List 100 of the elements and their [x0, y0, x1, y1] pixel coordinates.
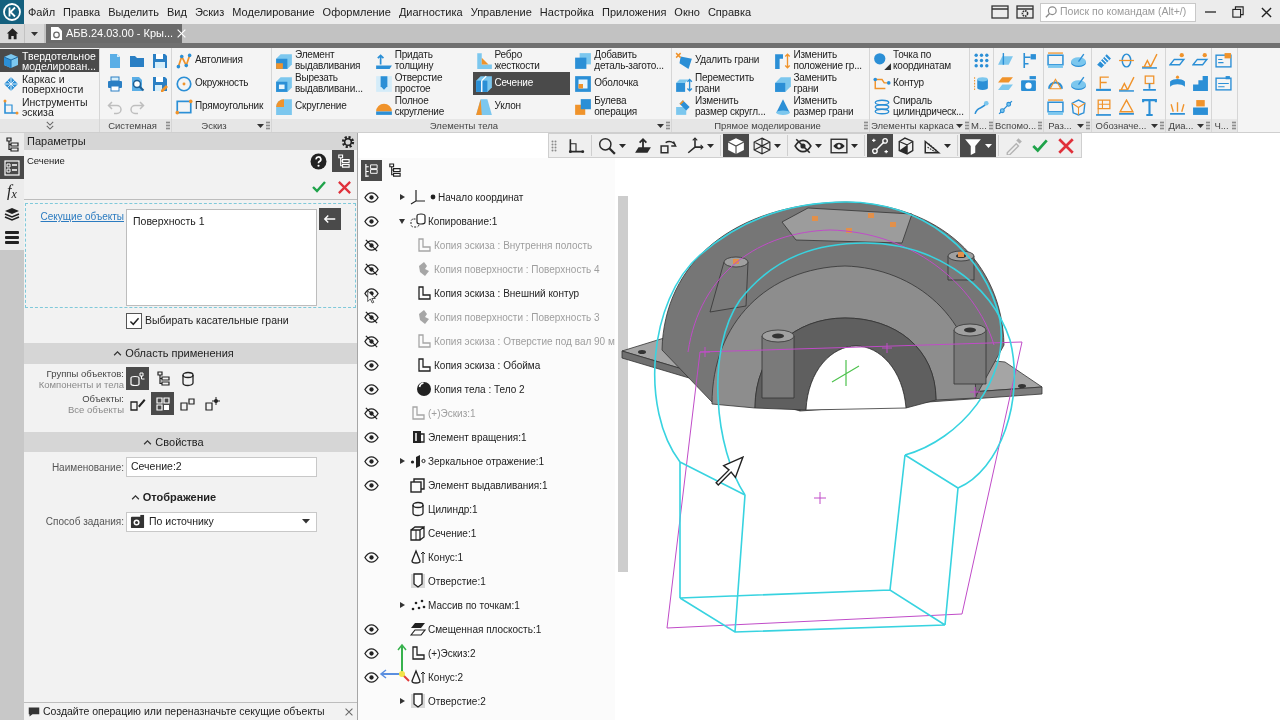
side-tab[interactable]: f$_{x}$	[0, 179, 24, 202]
tree-item[interactable]: (+)Эскиз:2	[428, 645, 476, 661]
eye-icon[interactable]	[363, 381, 379, 397]
grip-icon[interactable]	[1038, 121, 1043, 130]
command-button[interactable]: Изменить размер грани	[771, 95, 868, 118]
window-icon[interactable]	[991, 5, 1009, 19]
menu-item[interactable]: Справка	[703, 3, 756, 21]
close-tab-button[interactable]	[177, 29, 187, 38]
eye-slash-icon[interactable]	[363, 309, 379, 325]
mode-tab[interactable]: Инструменты эскиза	[0, 95, 99, 118]
mode-tab[interactable]: Твердотельное моделирован...	[0, 49, 99, 72]
grip-icon[interactable]	[988, 121, 993, 130]
menu-item[interactable]: Вид	[162, 3, 191, 21]
option-button[interactable]	[126, 367, 149, 390]
command-button[interactable]: Точка по координатам	[871, 49, 968, 72]
eye-icon[interactable]	[363, 549, 379, 565]
caret-down-icon[interactable]	[1197, 123, 1204, 128]
checkbox-label[interactable]: Выбирать касательные грани	[145, 313, 289, 329]
tree-item[interactable]: Копия тела : Тело 2	[434, 381, 525, 397]
command-button[interactable]: Переместить грани	[673, 72, 770, 95]
side-tab[interactable]	[0, 156, 24, 179]
menu-item[interactable]: Управление	[466, 3, 536, 21]
toolbar-button[interactable]	[960, 134, 996, 157]
command-button[interactable]: Придать толщину	[372, 49, 471, 72]
command-button[interactable]: Скругление	[273, 95, 371, 118]
tree-item[interactable]: Конус:1	[428, 549, 464, 565]
menu-item[interactable]: Приложения	[598, 3, 671, 21]
tree-item[interactable]: Конус:2	[428, 669, 464, 685]
eye-icon[interactable]	[363, 477, 379, 493]
tree-item[interactable]: Элемент выдавливания:1	[428, 477, 548, 493]
caret-down-icon[interactable]	[1151, 123, 1158, 128]
menu-item[interactable]: Оформление	[318, 3, 395, 21]
menu-item[interactable]: Файл	[24, 3, 60, 21]
command-button[interactable]: Элемент выдавливания	[273, 49, 371, 72]
section-header[interactable]: Отображение	[130, 489, 217, 506]
list-item[interactable]: Поверхность 1	[133, 214, 205, 230]
eye-slash-icon[interactable]	[363, 405, 379, 421]
object-list[interactable]: Поверхность 1	[126, 209, 317, 306]
tree-view-button[interactable]	[361, 159, 382, 181]
command-button[interactable]: Ребро жесткости	[472, 49, 571, 72]
eye-icon[interactable]	[363, 453, 379, 469]
eye-icon[interactable]	[363, 213, 379, 229]
command-button[interactable]: Отверстие простое	[372, 72, 471, 95]
eye-icon[interactable]	[363, 189, 379, 205]
command-button[interactable]: Полное скругление	[372, 95, 471, 118]
reset-selection-button[interactable]	[319, 208, 341, 230]
expand-arrow-icon[interactable]	[399, 602, 405, 608]
double-chevron-icon[interactable]	[45, 121, 54, 130]
caret-down-icon[interactable]	[657, 123, 664, 128]
caret-down-icon[interactable]	[257, 123, 264, 128]
command-button[interactable]: Изменить положение гр...	[771, 49, 868, 72]
mode-tab[interactable]: Каркас и поверхности	[0, 72, 99, 95]
tree-item[interactable]: Зеркальное отражение:1	[428, 453, 545, 469]
scrollbar[interactable]	[618, 196, 628, 572]
tree-view-button[interactable]	[332, 150, 354, 172]
menu-item[interactable]: Выделить	[104, 3, 163, 21]
menu-item[interactable]: Диагностика	[394, 3, 467, 21]
eye-slash-icon[interactable]	[363, 333, 379, 349]
expand-arrow-icon[interactable]	[399, 698, 405, 704]
tree-item[interactable]: Элемент вращения:1	[428, 429, 527, 445]
grip-icon[interactable]	[551, 139, 557, 152]
tree-item[interactable]: Массив по точкам:1	[428, 597, 520, 613]
tree-item[interactable]: Цилиндр:1	[428, 501, 478, 517]
tree-item[interactable]: Смещенная плоскость:1	[428, 621, 542, 637]
eye-icon[interactable]	[363, 621, 379, 637]
toolbar-button[interactable]	[723, 134, 749, 157]
eye-slash-icon[interactable]	[363, 261, 379, 277]
command-button[interactable]: Вырезать выдавливани...	[273, 72, 371, 95]
expand-arrow-icon[interactable]	[399, 458, 405, 464]
command-button[interactable]: Изменить размер скругл...	[673, 95, 770, 118]
command-button[interactable]: Сечение	[472, 72, 571, 95]
menu-item[interactable]: Моделирование	[228, 3, 319, 21]
search-field[interactable]: Поиск по командам (Alt+/)	[1040, 2, 1196, 22]
command-button[interactable]: Удалить грани	[673, 49, 770, 72]
name-field[interactable]: Сечение:2	[126, 457, 317, 477]
eye-icon[interactable]	[363, 357, 379, 373]
menu-item[interactable]: Эскиз	[190, 3, 229, 21]
command-button[interactable]: Уклон	[472, 95, 571, 118]
checkbox[interactable]	[126, 313, 142, 329]
tab-list-button[interactable]	[24, 24, 44, 43]
command-button[interactable]: Добавить деталь-загото...	[572, 49, 670, 72]
method-dropdown[interactable]: По источнику	[126, 511, 317, 532]
command-button[interactable]: Спираль цилиндрическ...	[871, 95, 968, 118]
toolbar-button[interactable]	[867, 134, 893, 157]
tree-item[interactable]: Копирование:1	[428, 213, 498, 229]
caret-down-icon[interactable]	[1077, 123, 1084, 128]
eye-slash-icon[interactable]	[363, 237, 379, 253]
settings-icon[interactable]	[341, 134, 355, 149]
menu-item[interactable]: Правка	[59, 3, 105, 21]
eye-icon[interactable]	[363, 429, 379, 445]
tree-item[interactable]: Начало координат	[438, 189, 524, 205]
caret-down-icon[interactable]	[955, 123, 963, 128]
collapse-arrow-icon[interactable]	[399, 218, 405, 224]
help-icon[interactable]	[310, 152, 327, 170]
tree-item[interactable]: Отверстие:1	[428, 573, 486, 589]
tree-item[interactable]: Сечение:1	[428, 525, 477, 541]
window-settings-icon[interactable]	[1016, 5, 1034, 19]
command-button[interactable]: Оболочка	[572, 72, 670, 95]
command-button[interactable]: Автолиния	[173, 49, 270, 72]
menu-item[interactable]: Окно	[670, 3, 704, 21]
